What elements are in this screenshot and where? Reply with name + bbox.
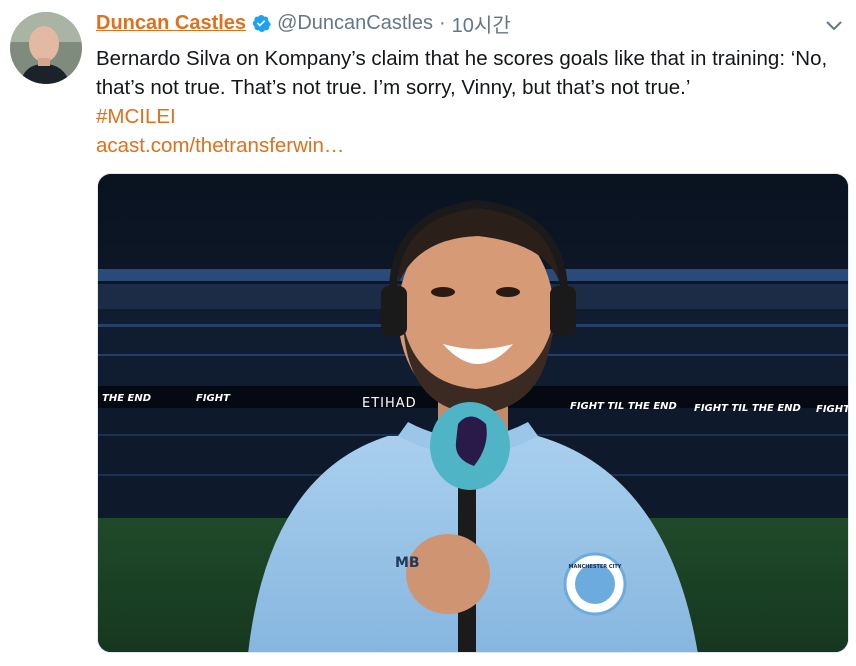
url-link[interactable]: acast.com/thetransferwin… bbox=[96, 131, 850, 160]
timestamp[interactable]: 10시간 bbox=[452, 9, 511, 38]
jacket-initials: MB bbox=[395, 555, 420, 571]
author-name[interactable]: Duncan Castles bbox=[96, 12, 246, 35]
tweet-media-image[interactable]: THE END FIGHT ETIHAD FIGHT TIL THE END F… bbox=[97, 173, 849, 653]
avatar[interactable] bbox=[10, 12, 82, 84]
board-text-left: THE END bbox=[102, 393, 151, 404]
board-text-right-3: FIGHT bbox=[816, 404, 849, 415]
author-handle[interactable]: @DuncanCastles bbox=[277, 12, 433, 35]
tweet: Duncan Castles @DuncanCastles · 10시간 Ber… bbox=[0, 0, 856, 666]
tweet-header: Duncan Castles @DuncanCastles · 10시간 bbox=[96, 8, 850, 38]
tweet-content: Duncan Castles @DuncanCastles · 10시간 Ber… bbox=[96, 8, 850, 160]
hashtag-link[interactable]: #MCILEI bbox=[96, 102, 850, 131]
separator-dot: · bbox=[439, 11, 446, 34]
board-text-left-2: FIGHT bbox=[196, 393, 231, 404]
tweet-text: Bernardo Silva on Kompany’s claim that h… bbox=[96, 47, 828, 99]
chevron-down-icon[interactable] bbox=[822, 16, 846, 36]
board-text-center: ETIHAD bbox=[362, 396, 417, 411]
verified-badge-icon bbox=[251, 13, 271, 33]
badge-text: MANCHESTER CITY bbox=[569, 564, 622, 570]
board-text-right-2: FIGHT TIL THE END bbox=[694, 403, 801, 414]
board-text-right: FIGHT TIL THE END bbox=[570, 401, 677, 412]
